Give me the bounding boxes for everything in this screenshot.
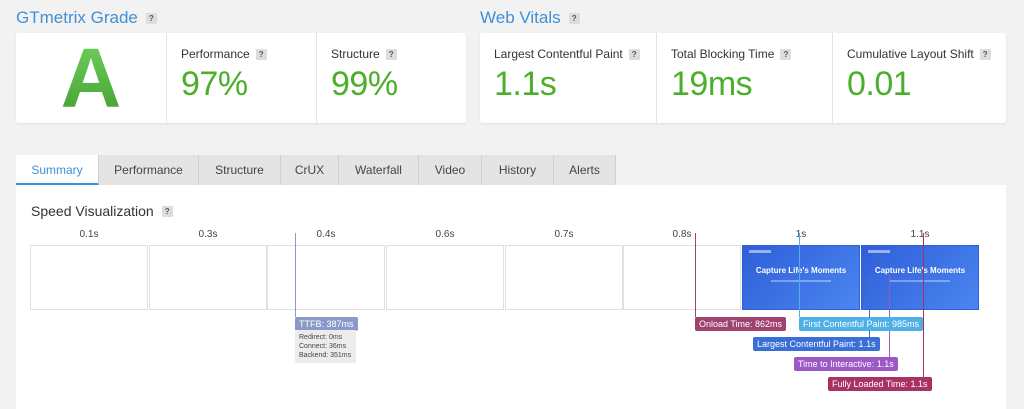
cls-cell: Cumulative Layout Shift ? 0.01 bbox=[832, 33, 1006, 123]
help-icon[interactable]: ? bbox=[255, 48, 267, 60]
tab-crux[interactable]: CrUX bbox=[281, 155, 339, 185]
grade-card: A Performance ? 97% Structure ? 99% bbox=[16, 31, 466, 125]
help-icon[interactable]: ? bbox=[385, 48, 397, 60]
web-vitals-card: Largest Contentful Paint ? 1.1s Total Bl… bbox=[480, 33, 1006, 123]
screenshot-title: Capture Life's Moments bbox=[874, 266, 966, 275]
cls-label-row: Cumulative Layout Shift ? bbox=[847, 47, 1006, 61]
tab-video[interactable]: Video bbox=[419, 155, 482, 185]
ttfb-marker[interactable]: TTFB: 387ms bbox=[295, 317, 358, 331]
help-icon[interactable]: ? bbox=[161, 205, 173, 217]
help-icon[interactable]: ? bbox=[780, 48, 792, 60]
fcp-line bbox=[799, 233, 800, 317]
filmstrip-frame[interactable] bbox=[30, 245, 148, 310]
structure-value: 99% bbox=[331, 65, 398, 103]
grade-cell: A bbox=[16, 31, 166, 125]
frame-time-label: 1.1s bbox=[910, 229, 930, 240]
screenshot-nav bbox=[868, 250, 890, 253]
ttfb-redirect: Redirect: 0ms bbox=[299, 334, 343, 341]
frame-time-label: 0.6s bbox=[435, 229, 455, 240]
frame-time-label: 0.1s bbox=[79, 229, 99, 240]
screenshot-subtext bbox=[890, 280, 950, 282]
tab-waterfall[interactable]: Waterfall bbox=[339, 155, 419, 185]
ttfb-details: Redirect: 0ms Connect: 36ms Backend: 351… bbox=[295, 330, 356, 363]
screenshot-subtext bbox=[771, 280, 831, 282]
help-icon[interactable]: ? bbox=[979, 48, 991, 60]
fully-loaded-marker[interactable]: Fully Loaded Time: 1.1s bbox=[828, 377, 932, 391]
fcp-marker[interactable]: First Contentful Paint: 985ms bbox=[799, 317, 924, 331]
tti-marker[interactable]: Time to Interactive: 1.1s bbox=[794, 357, 898, 371]
filmstrip-frame[interactable] bbox=[267, 245, 385, 310]
ttfb-backend: Backend: 351ms bbox=[299, 352, 352, 359]
performance-cell: Performance ? 97% bbox=[166, 33, 316, 123]
screenshot-title: Capture Life's Moments bbox=[755, 266, 847, 275]
frame-time-label: 1s bbox=[795, 229, 807, 240]
tbt-label-row: Total Blocking Time ? bbox=[671, 47, 832, 61]
help-icon[interactable]: ? bbox=[568, 12, 580, 24]
speed-visualization-heading: Speed Visualization ? bbox=[31, 203, 173, 219]
tbt-value: 19ms bbox=[671, 65, 753, 103]
web-vitals-heading: Web Vitals ? bbox=[480, 8, 580, 28]
performance-label: Performance bbox=[181, 47, 250, 61]
frame-time-label: 0.7s bbox=[554, 229, 574, 240]
lcp-value: 1.1s bbox=[494, 65, 557, 103]
performance-label-row: Performance ? bbox=[181, 47, 316, 61]
grade-letter: A bbox=[60, 30, 122, 125]
gtmetrix-grade-heading: GTmetrix Grade ? bbox=[16, 8, 157, 28]
frame-time-label: 0.8s bbox=[672, 229, 692, 240]
lcp-cell: Largest Contentful Paint ? 1.1s bbox=[480, 33, 656, 123]
frame-time-label: 0.4s bbox=[316, 229, 336, 240]
lcp-label-row: Largest Contentful Paint ? bbox=[494, 47, 656, 61]
tab-alerts[interactable]: Alerts bbox=[554, 155, 616, 185]
help-icon[interactable]: ? bbox=[628, 48, 640, 60]
help-icon[interactable]: ? bbox=[145, 12, 157, 24]
tti-line bbox=[889, 275, 890, 357]
gtmetrix-grade-title: GTmetrix Grade bbox=[16, 8, 138, 27]
structure-label: Structure bbox=[331, 47, 380, 61]
fully-loaded-line bbox=[923, 233, 924, 378]
lcp-label: Largest Contentful Paint bbox=[494, 47, 623, 61]
summary-panel: Speed Visualization ? 0.1s 0.3s 0.4s 0.6… bbox=[16, 185, 1006, 409]
tab-structure[interactable]: Structure bbox=[199, 155, 281, 185]
screenshot-nav bbox=[749, 250, 771, 253]
tab-history[interactable]: History bbox=[482, 155, 554, 185]
cls-value: 0.01 bbox=[847, 65, 912, 103]
ttfb-line bbox=[295, 233, 296, 317]
onload-line bbox=[695, 233, 696, 317]
speed-visualization-title: Speed Visualization bbox=[31, 203, 154, 219]
web-vitals-title: Web Vitals bbox=[480, 8, 561, 27]
filmstrip-frame-screenshot[interactable]: Capture Life's Moments bbox=[861, 245, 979, 310]
filmstrip-frame-screenshot[interactable]: Capture Life's Moments bbox=[742, 245, 860, 310]
frame-time-label: 0.3s bbox=[198, 229, 218, 240]
structure-cell: Structure ? 99% bbox=[316, 33, 466, 123]
tab-performance[interactable]: Performance bbox=[99, 155, 199, 185]
report-tabs: Summary Performance Structure CrUX Water… bbox=[16, 155, 616, 185]
lcp-marker[interactable]: Largest Contentful Paint: 1.1s bbox=[753, 337, 880, 351]
filmstrip-frame[interactable] bbox=[623, 245, 741, 310]
onload-marker[interactable]: Onload Time: 862ms bbox=[695, 317, 787, 331]
tbt-cell: Total Blocking Time ? 19ms bbox=[656, 33, 832, 123]
performance-value: 97% bbox=[181, 65, 248, 103]
filmstrip-frame[interactable] bbox=[505, 245, 623, 310]
filmstrip-frame[interactable] bbox=[149, 245, 267, 310]
cls-label: Cumulative Layout Shift bbox=[847, 47, 974, 61]
filmstrip-frame[interactable] bbox=[386, 245, 504, 310]
ttfb-connect: Connect: 36ms bbox=[299, 343, 347, 350]
tbt-label: Total Blocking Time bbox=[671, 47, 775, 61]
tab-summary[interactable]: Summary bbox=[16, 155, 99, 185]
structure-label-row: Structure ? bbox=[331, 47, 466, 61]
